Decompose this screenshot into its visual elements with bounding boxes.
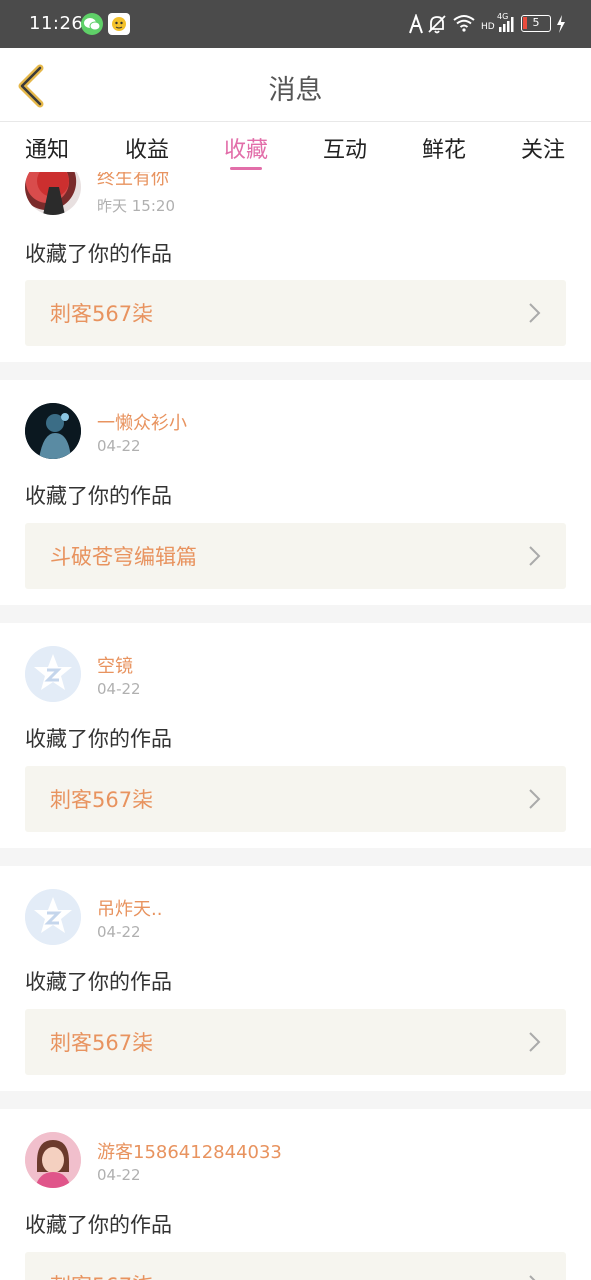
default-star-icon [25,646,81,702]
photo-red-icon [37,172,69,215]
work-title: 刺客567柒 [50,788,154,812]
app-notification-icon [108,13,130,35]
message-list[interactable]: 终生有你 昨天 15:20 收藏了你的作品 刺客567柒 一懒众衫小 04-22… [0,172,591,1280]
tab-interactions[interactable]: 互动 [305,132,385,164]
work-title: 刺客567柒 [50,1270,153,1280]
work-title: 刺客567柒 [50,302,154,326]
message-date: 04-22 [97,923,141,941]
action-text: 收藏了你的作品 [25,727,172,751]
user-name[interactable]: 吊炸天.. [97,895,162,921]
divider [0,1091,591,1109]
wifi-icon [453,15,475,32]
chevron-right-icon [529,789,541,809]
status-bar: 11:26 HD 4G 5 [0,0,591,48]
signal-icon [499,17,514,32]
action-text: 收藏了你的作品 [25,1213,172,1237]
message-date: 昨天 15:20 [97,197,175,215]
list-item: 终生有你 昨天 15:20 收藏了你的作品 刺客567柒 [0,172,591,362]
divider [0,848,591,866]
tab-bar: 通知 收益 收藏 互动 鲜花 关注 [0,122,591,172]
photo-pink-icon [25,1132,81,1188]
divider [0,605,591,623]
user-name[interactable]: 终生有你 [97,172,169,190]
charging-icon [557,15,565,33]
list-item: 吊炸天.. 04-22 收藏了你的作品 刺客567柒 [0,866,591,1091]
list-item: 一懒众衫小 04-22 收藏了你的作品 斗破苍穹编辑篇 [0,380,591,605]
list-item: 空镜 04-22 收藏了你的作品 刺客567柒 [0,623,591,848]
divider [0,362,591,380]
user-name[interactable]: 一懒众衫小 [97,409,187,435]
message-date: 04-22 [97,437,141,455]
chevron-right-icon [529,303,541,323]
work-title: 刺客567柒 [50,1031,154,1055]
status-time: 11:26 [29,13,84,34]
message-date: 04-22 [97,1166,141,1184]
tab-flowers[interactable]: 鲜花 [404,132,484,164]
default-star-icon [25,889,81,945]
avatar[interactable] [25,646,81,702]
avatar[interactable] [25,1132,81,1188]
tab-notifications[interactable]: 通知 [7,132,87,164]
photo-dark-icon [25,403,81,459]
avatar[interactable] [25,889,81,945]
work-link[interactable]: 刺客567柒 [25,766,566,832]
user-name[interactable]: 游客1586412844033 [97,1138,282,1164]
avatar[interactable] [25,172,81,215]
hd-label: HD [481,22,495,32]
chevron-right-icon [529,1032,541,1052]
work-link[interactable]: 刺客567柒 [25,1009,566,1075]
action-text: 收藏了你的作品 [25,484,172,508]
chevron-right-icon [529,546,541,566]
work-link[interactable]: 刺客567柒 [25,280,566,346]
wechat-icon [81,13,103,35]
mute-bell-icon [428,15,446,34]
action-text: 收藏了你的作品 [25,970,172,994]
user-name[interactable]: 空镜 [97,652,133,678]
message-date: 04-22 [97,680,141,698]
active-tab-indicator [230,167,262,170]
battery-level: 5 [532,16,540,29]
location-a-icon [409,14,423,34]
tab-favorites[interactable]: 收藏 [206,132,286,164]
battery-icon: 5 [521,15,551,32]
work-link[interactable]: 刺客567柒 [25,1252,566,1280]
work-title: 斗破苍穹编辑篇 [50,545,197,569]
avatar[interactable] [25,403,81,459]
tab-follows[interactable]: 关注 [503,132,583,164]
chevron-right-icon [529,1275,536,1280]
work-link[interactable]: 斗破苍穹编辑篇 [25,523,566,589]
page-title: 消息 [268,75,323,106]
tab-earnings[interactable]: 收益 [107,132,187,164]
app-bar: 消息 [0,48,591,122]
list-item: 游客1586412844033 04-22 收藏了你的作品 刺客567柒 [0,1109,591,1280]
action-text: 收藏了你的作品 [25,242,172,266]
